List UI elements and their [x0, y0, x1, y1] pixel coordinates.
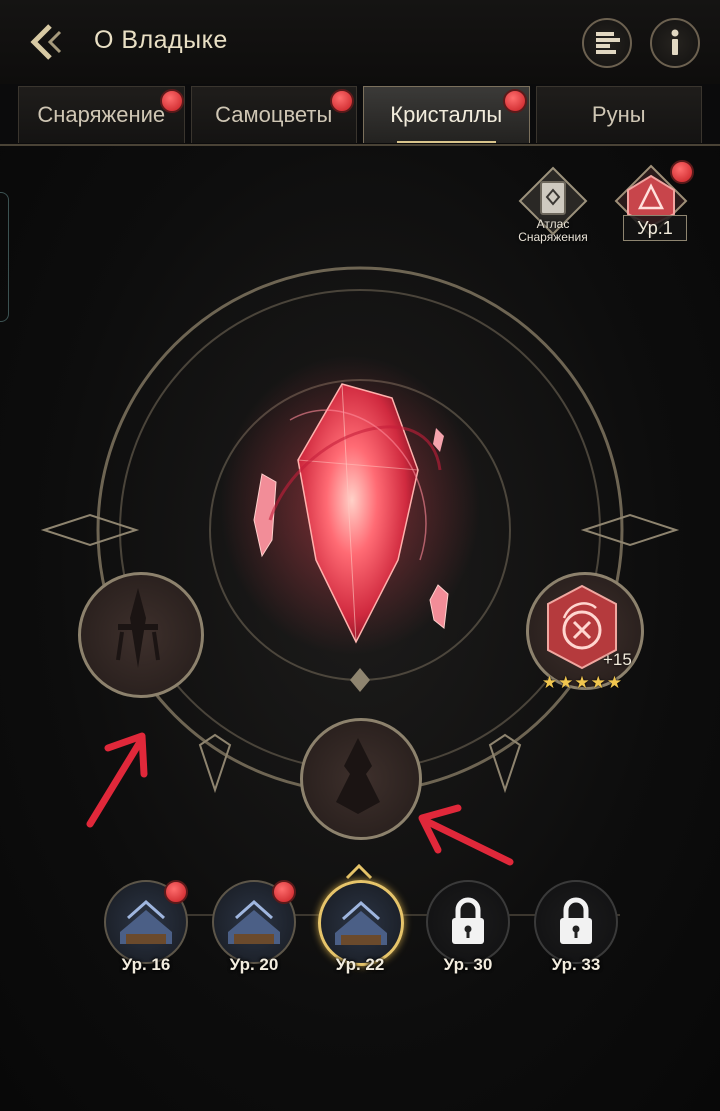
level-label: Ур. 20	[229, 955, 279, 974]
tab-label: Самоцветы	[215, 102, 333, 127]
level-item-30[interactable]: Ур. 30	[426, 880, 510, 980]
level-label: Ур. 33	[551, 955, 601, 974]
crystal-slot-left[interactable]	[78, 572, 204, 698]
star-icon: ★	[574, 673, 590, 692]
building-thumbnail	[426, 880, 510, 964]
ranking-button[interactable]	[582, 18, 632, 68]
page-title: О Владыке	[94, 26, 228, 54]
notification-badge	[164, 880, 188, 904]
ranking-bars-icon	[596, 32, 620, 54]
annotation-arrow-icon	[418, 804, 514, 866]
star-icon: ★	[541, 673, 558, 692]
dagger-icon	[116, 588, 160, 668]
top-bar: О Владыке	[0, 0, 720, 84]
info-icon	[671, 29, 679, 55]
level-item-20[interactable]: Ур. 20	[212, 880, 296, 980]
notification-badge	[330, 89, 354, 113]
annotation-arrow-icon	[86, 732, 148, 828]
star-icon: ★	[606, 673, 623, 692]
tab-gems[interactable]: Самоцветы	[190, 86, 357, 143]
lock-icon	[560, 897, 592, 944]
star-icon: ★	[590, 673, 606, 692]
level-item-16[interactable]: Ур. 16	[104, 880, 188, 980]
tab-runes[interactable]: Руны	[535, 86, 702, 143]
level-label: Ур. 16	[121, 955, 171, 974]
tab-label: Руны	[591, 102, 646, 127]
star-rating: ★ ★ ★ ★ ★	[532, 674, 632, 692]
selected-indicator-icon	[345, 864, 373, 880]
flame-rune-icon	[336, 738, 380, 814]
level-label: Ур. 22	[335, 955, 385, 974]
building-thumbnail	[318, 880, 404, 966]
tab-label: Снаряжение	[37, 102, 166, 127]
castle-icon	[335, 900, 387, 945]
chevron-left-icon	[30, 24, 62, 60]
lock-icon	[452, 897, 484, 944]
tab-equipment[interactable]: Снаряжение	[18, 86, 185, 143]
back-button[interactable]	[28, 22, 72, 62]
info-button[interactable]	[650, 18, 700, 68]
notification-badge	[272, 880, 296, 904]
enhance-level: +15	[603, 650, 632, 669]
tab-label: Кристаллы	[390, 102, 503, 127]
tab-crystals[interactable]: Кристаллы	[363, 86, 530, 143]
building-thumbnail	[534, 880, 618, 964]
notification-badge	[502, 89, 527, 113]
level-item-22[interactable]: Ур. 22	[318, 880, 404, 980]
level-item-33[interactable]: Ур. 33	[534, 880, 618, 980]
tab-bar: Снаряжение Самоцветы Кристаллы Руны	[18, 86, 702, 144]
crystal-slot-bottom[interactable]	[300, 718, 422, 840]
level-label: Ур. 30	[443, 955, 493, 974]
notification-badge	[159, 89, 184, 113]
star-icon: ★	[558, 673, 574, 692]
